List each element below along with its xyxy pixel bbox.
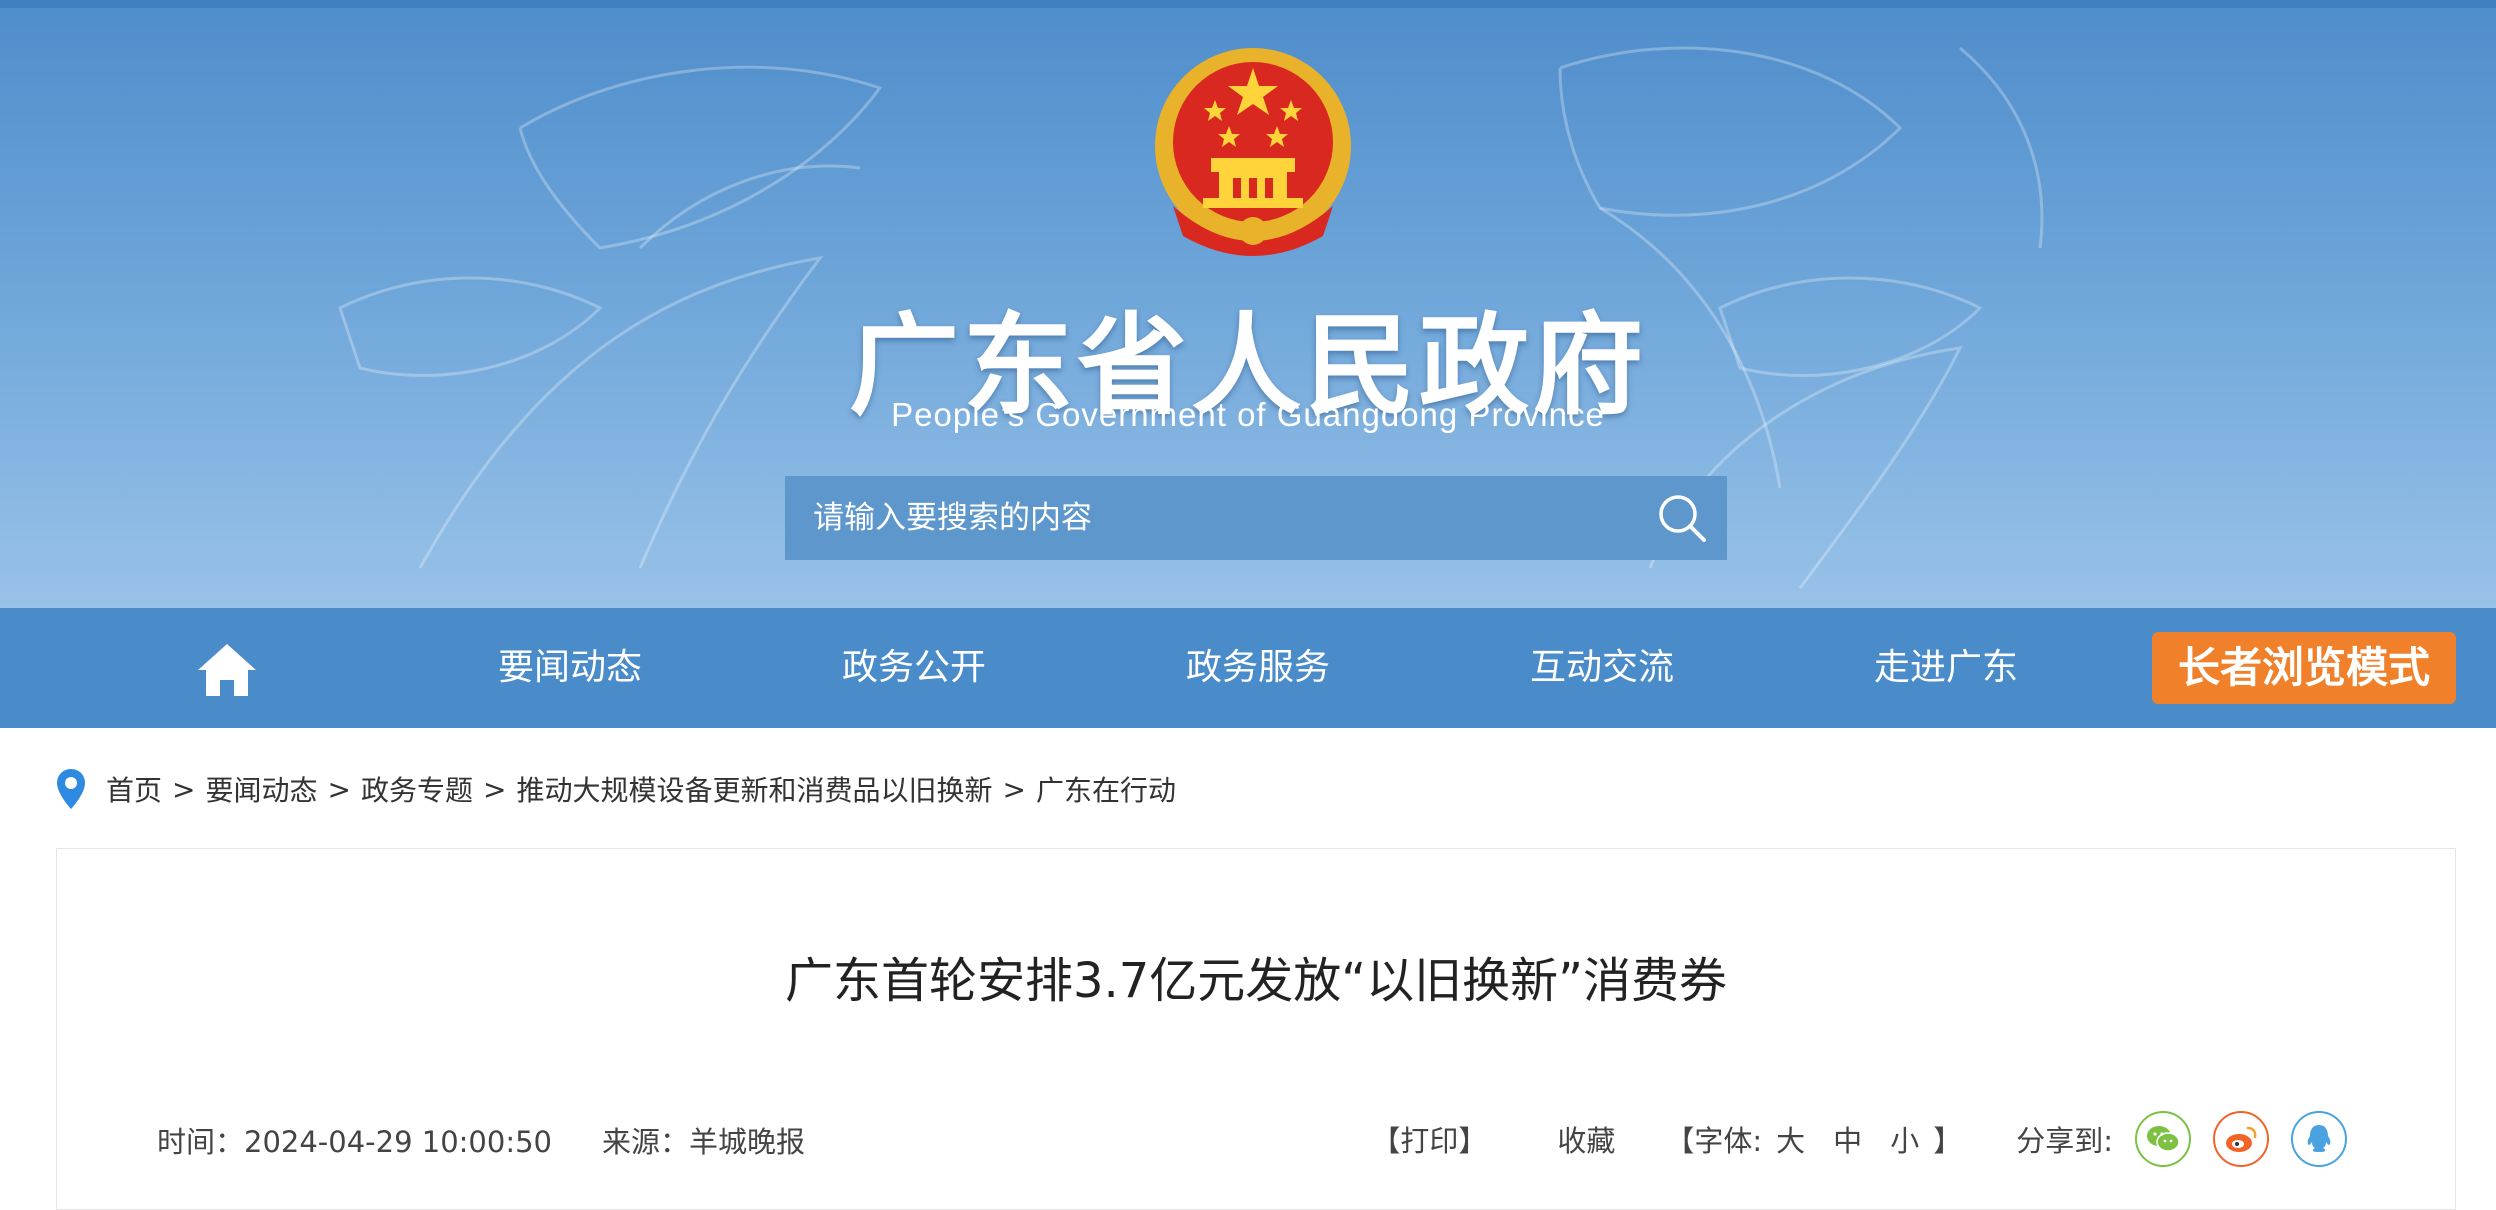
font-size-large[interactable]: 大 (1776, 1118, 1805, 1160)
header-banner: 广东省人民政府 People’s Government of Guangdong… (0, 8, 2496, 608)
print-button[interactable]: 【打印】 (1371, 1118, 1487, 1160)
favorite-button[interactable]: 收藏 (1557, 1118, 1615, 1160)
nav-item-about-guangdong[interactable]: 走进广东 (1846, 608, 2046, 728)
breadcrumb-topic-trade-in[interactable]: 推动大规模设备更新和消费品以旧换新 (516, 769, 992, 809)
font-size-prefix: 【字体: (1665, 1124, 1763, 1158)
breadcrumb-news[interactable]: 要闻动态 (205, 769, 317, 809)
breadcrumb-separator: > (327, 772, 351, 806)
home-icon[interactable] (196, 642, 258, 698)
article-card: 广东首轮安排3.7亿元发放“以旧换新”消费券 时间：2024-04-29 10:… (56, 848, 2456, 1210)
location-pin-icon (57, 769, 85, 809)
qq-icon (2307, 1125, 2331, 1152)
breadcrumb-separator: > (172, 772, 196, 806)
wechat-icon (2147, 1126, 2180, 1152)
article-title: 广东首轮安排3.7亿元发放“以旧换新”消费券 (784, 953, 1728, 1009)
breadcrumb-guangdong-action[interactable]: 广东在行动 (1036, 769, 1176, 809)
article-meta: 时间：2024-04-29 10:00:50 来源：羊城晚报 (157, 1119, 805, 1161)
search-input[interactable] (785, 475, 1637, 561)
main-nav: 要闻动态 政务公开 政务服务 互动交流 走进广东 长者浏览模式 (0, 608, 2496, 728)
font-size-small[interactable]: 小 (1890, 1118, 1919, 1160)
article-source: 来源：羊城晚报 (602, 1125, 806, 1159)
breadcrumb-separator: > (1002, 772, 1026, 806)
nav-item-interaction[interactable]: 互动交流 (1502, 608, 1702, 728)
share-label: 分享到: (2016, 1124, 2113, 1158)
national-emblem-icon (1155, 48, 1351, 256)
font-size-suffix: 】 (1933, 1124, 1963, 1158)
share-wechat-button[interactable] (2135, 1111, 2191, 1167)
nav-item-gov-services[interactable]: 政务服务 (1158, 608, 1358, 728)
search-icon (1659, 495, 1706, 542)
breadcrumb-home[interactable]: 首页 (106, 769, 162, 809)
article-tools: 【打印】 收藏 【字体: 大 中 小 】 分享到: (1371, 1111, 2347, 1167)
breadcrumb: 首页 > 要闻动态 > 政务专题 > 推动大规模设备更新和消费品以旧换新 > 广… (56, 765, 1176, 813)
font-size-medium[interactable]: 中 (1833, 1118, 1862, 1160)
top-border (0, 0, 2496, 8)
breadcrumb-separator: > (482, 772, 507, 806)
search-box (785, 475, 1727, 561)
article-time: 时间：2024-04-29 10:00:50 (157, 1125, 552, 1159)
search-button[interactable] (1637, 476, 1727, 560)
nav-item-news[interactable]: 要闻动态 (470, 608, 670, 728)
breadcrumb-topics[interactable]: 政务专题 (361, 769, 473, 809)
share-weibo-button[interactable] (2213, 1111, 2269, 1167)
nav-item-gov-affairs[interactable]: 政务公开 (814, 608, 1014, 728)
site-subtitle: People’s Government of Guangdong Provinc… (891, 396, 1605, 433)
share-qq-button[interactable] (2291, 1111, 2347, 1167)
elder-mode-button[interactable]: 长者浏览模式 (2152, 632, 2456, 704)
weibo-icon (2226, 1126, 2257, 1152)
